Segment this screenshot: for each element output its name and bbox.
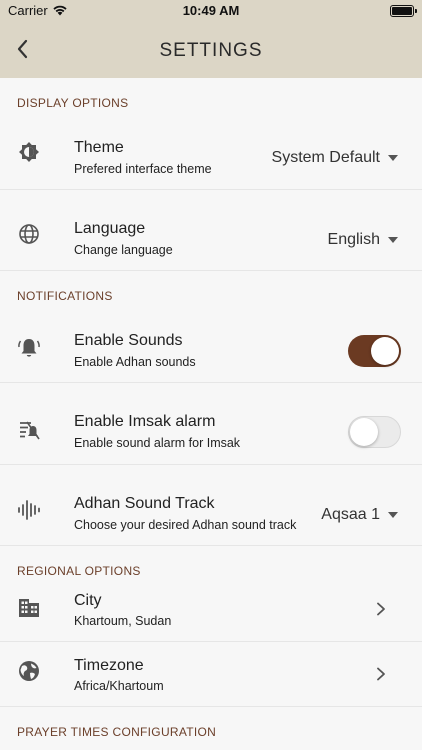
section-header-regional: REGIONAL OPTIONS: [17, 564, 141, 578]
adhan-track-subtitle: Choose your desired Adhan sound track: [74, 518, 297, 532]
language-value: English: [327, 231, 380, 248]
caret-down-icon: [388, 155, 398, 161]
language-dropdown[interactable]: English: [328, 231, 398, 249]
timezone-title: Timezone: [74, 657, 144, 674]
theme-brightness-icon: [19, 142, 39, 162]
theme-subtitle: Prefered interface theme: [74, 162, 212, 176]
enable-sounds-title: Enable Sounds: [74, 332, 183, 349]
sound-wave-icon: [18, 500, 40, 520]
chevron-right-icon: [377, 602, 385, 616]
enable-sounds-subtitle: Enable Adhan sounds: [74, 355, 196, 369]
city-row[interactable]: City Khartoum, Sudan: [0, 577, 422, 642]
adhan-track-title: Adhan Sound Track: [74, 495, 215, 512]
globe-icon: [19, 224, 39, 244]
enable-imsak-toggle[interactable]: [348, 416, 401, 448]
city-title: City: [74, 592, 102, 609]
language-subtitle: Change language: [74, 243, 173, 257]
nav-bar: SETTINGS: [0, 22, 422, 78]
toggle-knob: [350, 418, 378, 446]
status-bar: Carrier 10:49 AM: [0, 0, 422, 22]
caret-down-icon: [388, 237, 398, 243]
adhan-track-dropdown[interactable]: Aqsaa 1: [321, 506, 398, 524]
theme-title: Theme: [74, 139, 124, 156]
toggle-knob: [371, 337, 399, 365]
timezone-subtitle: Africa/Khartoum: [74, 679, 164, 693]
theme-value: System Default: [271, 149, 380, 166]
enable-sounds-row: Enable Sounds Enable Adhan sounds: [0, 302, 422, 383]
language-title: Language: [74, 220, 146, 237]
page-title: SETTINGS: [159, 40, 263, 61]
city-buildings-icon: [19, 599, 39, 617]
timezone-row[interactable]: Timezone Africa/Khartoum: [0, 642, 422, 707]
theme-dropdown[interactable]: System Default: [272, 149, 398, 167]
chevron-right-icon: [377, 667, 385, 681]
theme-row[interactable]: Theme Prefered interface theme System De…: [0, 110, 422, 190]
bell-ringing-icon: [18, 339, 40, 357]
status-time: 10:49 AM: [182, 3, 240, 18]
enable-sounds-toggle[interactable]: [348, 335, 401, 367]
enable-imsak-row: Enable Imsak alarm Enable sound alarm fo…: [0, 383, 422, 465]
city-subtitle: Khartoum, Sudan: [74, 614, 172, 628]
alarm-off-icon: [20, 421, 40, 440]
section-header-display: DISPLAY OPTIONS: [17, 96, 129, 110]
adhan-track-value: Aqsaa 1: [321, 506, 380, 523]
enable-imsak-subtitle: Enable sound alarm for Imsak: [74, 436, 241, 450]
caret-down-icon: [388, 512, 398, 518]
battery-icon: [390, 5, 417, 17]
language-row[interactable]: Language Change language English: [0, 190, 422, 271]
earth-icon: [19, 661, 39, 681]
section-header-notifications: NOTIFICATIONS: [17, 289, 113, 303]
enable-imsak-title: Enable Imsak alarm: [74, 413, 216, 430]
adhan-track-row[interactable]: Adhan Sound Track Choose your desired Ad…: [0, 465, 422, 546]
section-header-prayer: PRAYER TIMES CONFIGURATION: [17, 725, 217, 739]
